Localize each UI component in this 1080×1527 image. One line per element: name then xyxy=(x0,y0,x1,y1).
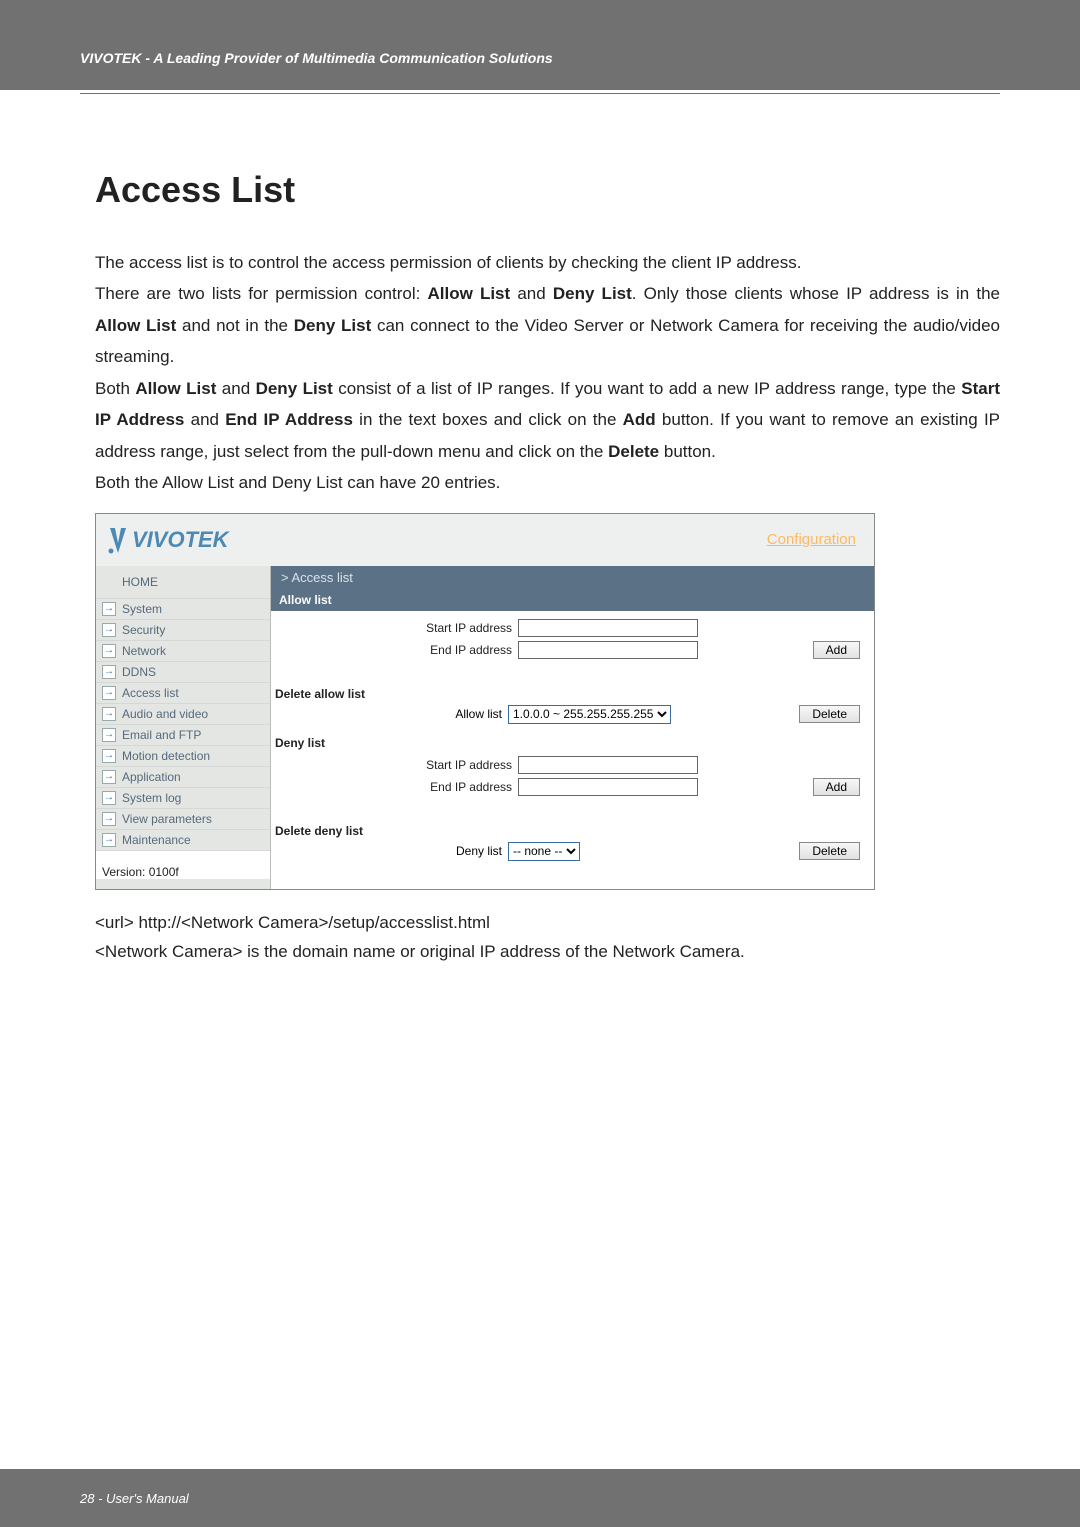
nav-item-motion-detection[interactable]: → Motion detection xyxy=(96,746,270,767)
para2-mid3: and not in the xyxy=(176,316,293,335)
delete-allow-heading: Delete allow list xyxy=(271,673,874,703)
nav-label: Maintenance xyxy=(122,833,191,847)
deny-list-select-label: Deny list xyxy=(283,844,508,858)
deny-add-button[interactable]: Add xyxy=(813,778,860,796)
arrow-icon: → xyxy=(102,644,116,658)
nav-label: System log xyxy=(122,791,181,805)
nav-label: Security xyxy=(122,623,165,637)
deny-end-ip-label: End IP address xyxy=(283,780,518,794)
delete-deny-heading: Delete deny list xyxy=(271,810,874,840)
para3-mid2: consist of a list of IP ranges. If you w… xyxy=(333,379,961,398)
nav-label: System xyxy=(122,602,162,616)
end-ip-bold: End IP Address xyxy=(225,410,353,429)
arrow-icon: → xyxy=(102,665,116,679)
nav-item-system[interactable]: → System xyxy=(96,599,270,620)
page-header-band: VIVOTEK - A Leading Provider of Multimed… xyxy=(0,0,1080,90)
arrow-icon: → xyxy=(102,686,116,700)
arrow-icon: → xyxy=(102,749,116,763)
nav-label: Access list xyxy=(122,686,179,700)
nav-item-email-ftp[interactable]: → Email and FTP xyxy=(96,725,270,746)
nav-item-audio-video[interactable]: → Audio and video xyxy=(96,704,270,725)
nav-label: Audio and video xyxy=(122,707,208,721)
arrow-icon: → xyxy=(102,602,116,616)
nav-home[interactable]: HOME xyxy=(96,566,270,599)
allow-list-bold: Allow List xyxy=(427,284,510,303)
nav-item-access-list[interactable]: → Access list xyxy=(96,683,270,704)
arrow-icon: → xyxy=(102,833,116,847)
deny-list-bold: Deny List xyxy=(553,284,632,303)
brand-logo[interactable]: VIVOTEK xyxy=(106,525,229,555)
arrow-icon: → xyxy=(102,623,116,637)
deny-start-ip-label: Start IP address xyxy=(283,758,518,772)
deny-list-select[interactable]: -- none -- xyxy=(508,842,580,861)
body-text: The access list is to control the access… xyxy=(95,247,1000,499)
para1: The access list is to control the access… xyxy=(95,253,801,272)
ss-header: VIVOTEK Configuration xyxy=(96,514,874,566)
arrow-icon: → xyxy=(102,728,116,742)
url-block: <url> http://<Network Camera>/setup/acce… xyxy=(95,908,1000,968)
nav-item-ddns[interactable]: → DDNS xyxy=(96,662,270,683)
deny-end-ip-input[interactable] xyxy=(518,778,698,796)
para3-mid3: and xyxy=(184,410,225,429)
nav-item-maintenance[interactable]: → Maintenance xyxy=(96,830,270,851)
allow-list-bold-2: Allow List xyxy=(95,316,176,335)
logo-icon xyxy=(106,525,130,555)
para2-mid2: . Only those clients whose IP address is… xyxy=(632,284,1000,303)
para2-pre: There are two lists for permission contr… xyxy=(95,284,427,303)
allow-list-bold-3: Allow List xyxy=(135,379,216,398)
nav-item-application[interactable]: → Application xyxy=(96,767,270,788)
deny-list-bold-3: Deny List xyxy=(256,379,333,398)
allow-start-ip-label: Start IP address xyxy=(283,621,518,635)
brand-text: VIVOTEK xyxy=(132,527,229,553)
footer-text: 28 - User's Manual xyxy=(80,1491,189,1506)
nav-item-security[interactable]: → Security xyxy=(96,620,270,641)
nav-label: DDNS xyxy=(122,665,156,679)
page-title: Access List xyxy=(95,169,1000,211)
allow-list-section-label: Allow list xyxy=(271,589,874,611)
deny-delete-button[interactable]: Delete xyxy=(799,842,860,860)
nav-label: View parameters xyxy=(122,812,212,826)
allow-list-select-label: Allow list xyxy=(283,707,508,721)
header-banner-text: VIVOTEK - A Leading Provider of Multimed… xyxy=(80,50,553,90)
para3-mid4: in the text boxes and click on the xyxy=(353,410,623,429)
deny-start-ip-input[interactable] xyxy=(518,756,698,774)
url-line: <url> http://<Network Camera>/setup/acce… xyxy=(95,908,1000,938)
para2-mid1: and xyxy=(510,284,553,303)
allow-add-button[interactable]: Add xyxy=(813,641,860,659)
deny-list-bold-2: Deny List xyxy=(294,316,372,335)
ss-main: > Access list Allow list Start IP addres… xyxy=(271,566,874,889)
nav-label: Motion detection xyxy=(122,749,210,763)
allow-start-ip-input[interactable] xyxy=(518,619,698,637)
nav-item-view-parameters[interactable]: → View parameters xyxy=(96,809,270,830)
sidebar-nav: HOME → System → Security → Network → DDNS → A… xyxy=(96,566,271,889)
version-text: Version: 0100f xyxy=(96,851,270,879)
nav-label: Email and FTP xyxy=(122,728,201,742)
para4: Both the Allow List and Deny List can ha… xyxy=(95,473,500,492)
arrow-icon: → xyxy=(102,707,116,721)
nav-item-network[interactable]: → Network xyxy=(96,641,270,662)
para3-mid1: and xyxy=(216,379,255,398)
delete-bold: Delete xyxy=(608,442,659,461)
url-note-line: <Network Camera> is the domain name or o… xyxy=(95,937,1000,967)
para3-pre: Both xyxy=(95,379,135,398)
arrow-icon: → xyxy=(102,812,116,826)
allow-list-select[interactable]: 1.0.0.0 ~ 255.255.255.255 xyxy=(508,705,671,724)
allow-delete-button[interactable]: Delete xyxy=(799,705,860,723)
page-footer: 28 - User's Manual xyxy=(0,1469,1080,1527)
configuration-link[interactable]: Configuration xyxy=(767,531,856,548)
arrow-icon: → xyxy=(102,791,116,805)
para3-end: button. xyxy=(659,442,716,461)
allow-end-ip-input[interactable] xyxy=(518,641,698,659)
add-bold: Add xyxy=(623,410,656,429)
deny-list-section-label: Deny list xyxy=(271,726,874,752)
arrow-icon: → xyxy=(102,770,116,784)
config-screenshot: VIVOTEK Configuration HOME → System → Secu… xyxy=(95,513,875,890)
allow-end-ip-label: End IP address xyxy=(283,643,518,657)
nav-label: Network xyxy=(122,644,166,658)
nav-label: Application xyxy=(122,770,181,784)
nav-item-system-log[interactable]: → System log xyxy=(96,788,270,809)
breadcrumb: > Access list xyxy=(271,566,874,589)
